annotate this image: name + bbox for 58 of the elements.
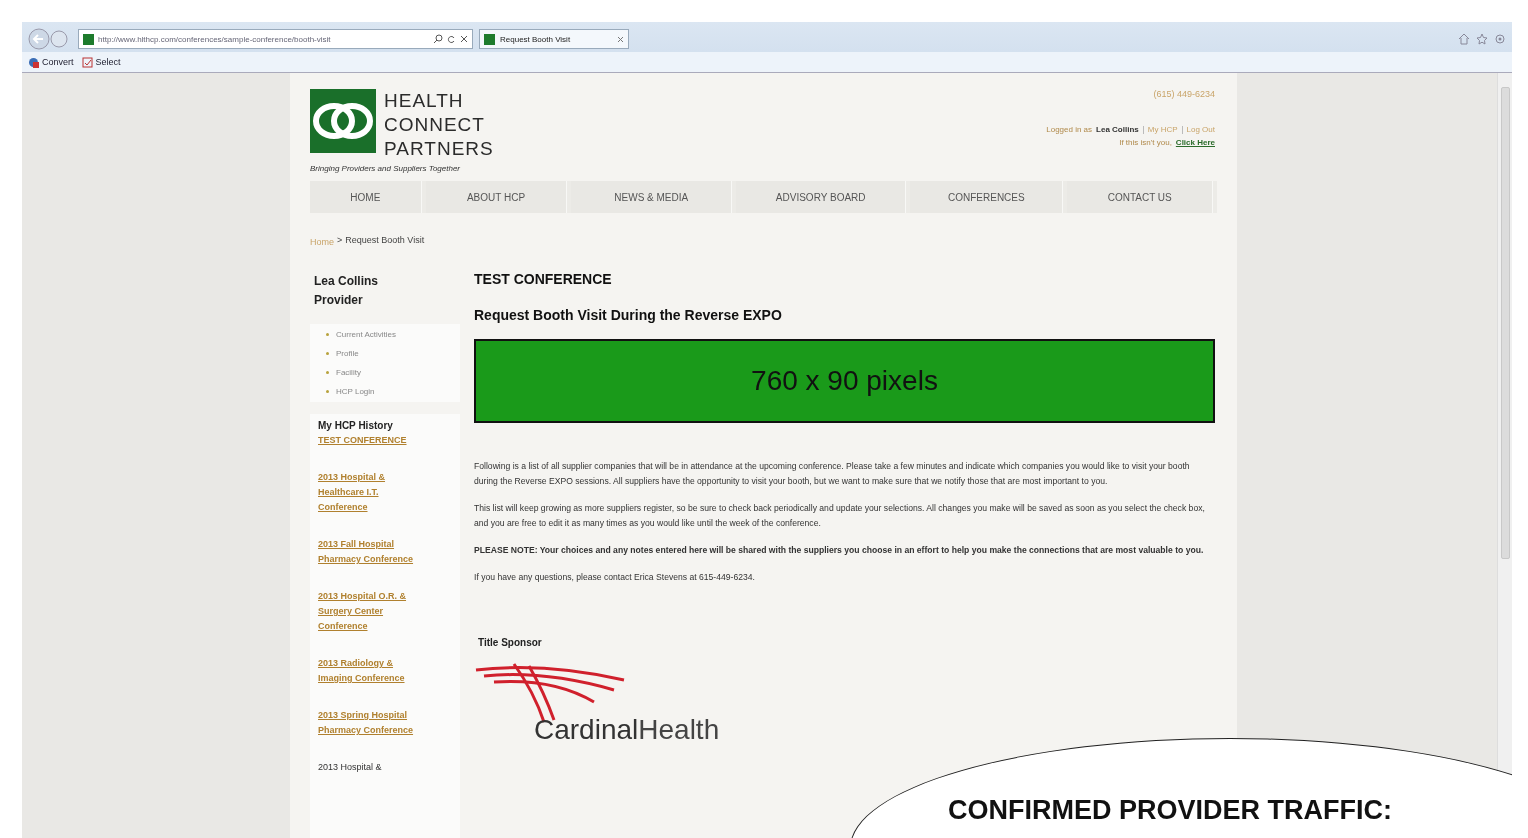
history-link[interactable]: 2013 Spring Hospital Pharmacy Conference	[318, 708, 428, 738]
menu-link[interactable]: Current Activities	[336, 330, 397, 339]
logo-text: PARTNERS	[384, 137, 494, 161]
history-title: My HCP History	[318, 420, 394, 431]
menu-link[interactable]: Profile	[336, 349, 359, 358]
toolbar-button[interactable]: Select	[81, 56, 121, 68]
breadcrumb-current: Request Booth Visit	[345, 235, 425, 247]
scrollbar-thumb[interactable]	[1500, 87, 1510, 559]
history-link[interactable]: 2013 Hospital & Healthcare I.T. Conference	[318, 470, 428, 515]
home-icon[interactable]	[1458, 33, 1470, 45]
menu-link[interactable]: HCP Login	[336, 387, 375, 396]
browser-tab[interactable]: Request Booth Visit	[479, 29, 629, 49]
logo-text: HEALTH	[384, 89, 465, 113]
refresh-icon[interactable]	[447, 34, 456, 44]
sponsor-label: Title Sponsor	[478, 637, 543, 648]
history-link[interactable]: 2013 Hospital O.R. & Surgery Center Conference	[318, 589, 428, 634]
menu-link[interactable]: Facility	[336, 368, 361, 377]
close-icon[interactable]	[460, 35, 468, 43]
history-text: 2013 Hospital &	[318, 761, 383, 774]
close-icon[interactable]	[617, 35, 624, 43]
star-icon[interactable]	[1476, 33, 1488, 45]
favicon-icon	[83, 33, 94, 45]
sponsor-logo-text: CardinalHealth	[534, 714, 721, 746]
breadcrumb-link[interactable]: Home	[310, 235, 334, 250]
header-link[interactable]: My HCP	[1147, 125, 1178, 134]
history-link[interactable]: 2013 Fall Hospital Pharmacy Conference	[318, 537, 428, 567]
logo-text: CONNECT	[384, 113, 486, 137]
header-link[interactable]: Log Out	[1186, 125, 1215, 134]
hint-text: If this isn't you,	[1119, 138, 1172, 147]
bullet-icon	[326, 371, 329, 374]
settings-icon[interactable]	[1494, 33, 1506, 45]
bullet-icon	[326, 333, 329, 336]
body-text: Following is a list of all supplier companies that will be in attendance at the upcoming conference. Please take a few minutes and indicate which companies you would like to visit your booth during the Reverse EXPO sessions. All suppliers have the opportunity to visit your booth, but we want to make sure that we notify those that are most important to you.	[474, 460, 1191, 488]
history-link[interactable]: 2013 Radiology & Imaging Conference	[318, 656, 428, 686]
breadcrumb-separator: >	[337, 235, 343, 247]
click-here-link[interactable]: Click Here	[1175, 138, 1215, 147]
page-title: TEST CONFERENCE	[474, 271, 613, 287]
login-label: Logged in as	[1046, 125, 1093, 134]
history-link[interactable]: TEST CONFERENCE	[318, 433, 428, 448]
user-role: Provider	[313, 292, 364, 309]
banner-size-text: 760 x 90 pixels	[751, 365, 938, 397]
body-text: This list will keep growing as more suppliers register, so be sure to check back periodically and update your selections. All changes you make will be saved as soon as you select the check box, and you are free to edit it as many times as you would like until the week of the conference.	[474, 502, 1206, 530]
address-bar[interactable]: http://www.hlthcp.com/conferences/sample-conference/booth-visit	[78, 29, 473, 49]
logo-icon	[310, 89, 376, 153]
body-text: If you have any questions, please contact Erica Stevens at 615-449-6234.	[474, 571, 756, 584]
favicon-icon	[484, 33, 495, 45]
page-subtitle: Request Booth Visit During the Reverse EXPO	[474, 307, 783, 323]
tagline: Bringing Providers and Suppliers Together	[310, 164, 461, 173]
search-icon[interactable]	[433, 34, 443, 44]
checkbox-icon	[81, 56, 93, 68]
phone-number: (615) 449-6234	[1153, 89, 1215, 101]
toolbar-button[interactable]: Convert	[28, 56, 74, 68]
user-name: Lea Collins	[1096, 125, 1139, 134]
body-text: PLEASE NOTE: Your choices and any notes entered here will be shared with the suppliers you choose in an effort to help you make the connections that are most valuable to you.	[474, 544, 1205, 557]
callout-text: CONFIRMED PROVIDER TRAFFIC:	[948, 795, 1392, 827]
bullet-icon	[326, 390, 329, 393]
bullet-icon	[326, 352, 329, 355]
user-name: Lea Collins	[313, 273, 379, 290]
